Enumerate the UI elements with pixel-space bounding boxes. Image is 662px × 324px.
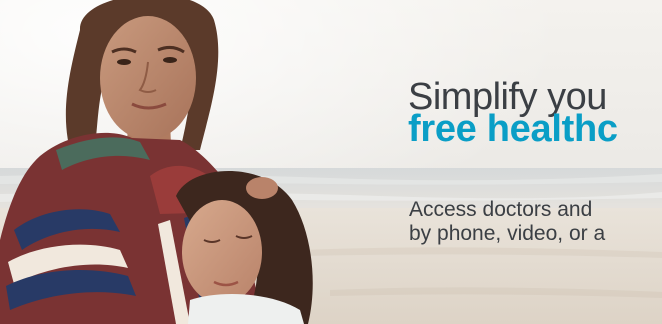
hero-banner: Simplify you free healthc Access doctors… bbox=[0, 0, 662, 324]
headline-line-2-accent: free healthc bbox=[408, 108, 618, 150]
mother-and-daughter-on-beach-photo bbox=[0, 0, 662, 324]
hero-headline: Simplify you free healthc bbox=[408, 78, 618, 148]
subtext-line-1: Access doctors and bbox=[409, 198, 593, 221]
hero-subtext: Access doctors and by phone, video, or a bbox=[409, 198, 605, 245]
subtext-line-2: by phone, video, or a bbox=[409, 221, 606, 245]
